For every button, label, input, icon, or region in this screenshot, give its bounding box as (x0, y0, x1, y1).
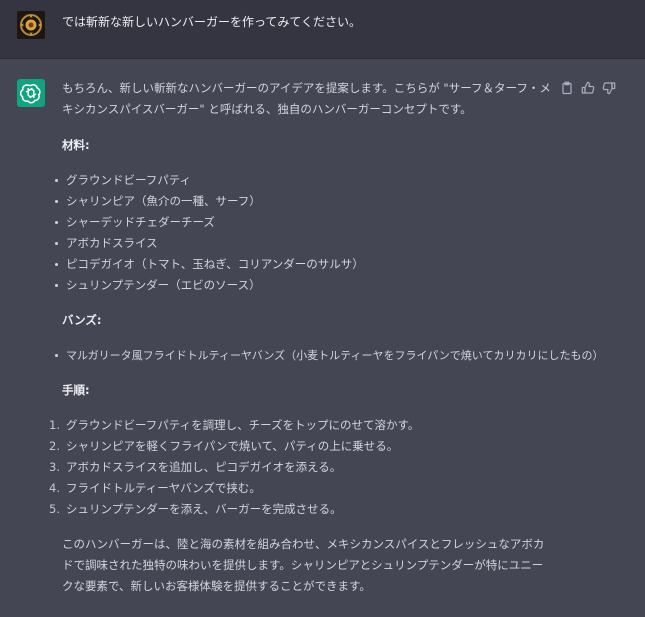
thumbs-down-icon[interactable] (602, 80, 616, 95)
list-item: ピコデガイオ（トマト、玉ねぎ、コリアンダーのサルサ） (55, 254, 554, 275)
steps-list: 1. グラウンドビーフパティを調理し、チーズをトップにのせて溶かす。 2. シャリン… (49, 415, 554, 520)
list-item: アボカドスライス (55, 233, 554, 254)
clipboard-icon[interactable] (560, 80, 574, 95)
user-avatar (17, 11, 45, 39)
buns-heading: バンズ: (62, 313, 102, 327)
intro-paragraph: もちろん、新しい斬新なハンバーガーのアイデアを提案します。こちらが "サーフ＆タ… (62, 81, 551, 116)
list-item: シュリンプテンダー（エビのソース） (55, 275, 554, 296)
user-message-row: では斬新な新しいハンバーガーを作ってみてください。 (0, 0, 645, 59)
ingredients-heading: 材料: (62, 138, 90, 152)
list-item: マルガリータ風フライドトルティーヤバンズ（小麦トルティーヤをフライパンで焼いてカ… (55, 345, 603, 366)
thumbs-up-icon[interactable] (581, 80, 595, 94)
assistant-message-content: もちろん、新しい斬新なハンバーガーのアイデアを提案します。こちらが "サーフ＆タ… (49, 78, 603, 597)
openai-logo-icon (17, 79, 45, 107)
ingredients-list: グラウンドビーフパティ シャリンピア（魚介の一種、サーフ） シャーデッドチェダー… (55, 170, 554, 296)
list-item: 1. グラウンドビーフパティを調理し、チーズをトップにのせて溶かす。 (49, 418, 420, 432)
steps-heading: 手順: (62, 383, 90, 397)
outro-paragraph: このハンバーガーは、陸と海の素材を組み合わせ、メキシカンスパイスとフレッシュなア… (62, 537, 545, 593)
list-item: シャーデッドチェダーチーズ (55, 212, 554, 233)
assistant-message-row: もちろん、新しい斬新なハンバーガーのアイデアを提案します。こちらが "サーフ＆タ… (0, 59, 645, 617)
list-item: シャリンピア（魚介の一種、サーフ） (55, 191, 554, 212)
buns-list: マルガリータ風フライドトルティーヤバンズ（小麦トルティーヤをフライパンで焼いてカ… (55, 345, 603, 366)
list-item: 3. アボカドスライスを追加し、ピコデガイオを添える。 (49, 460, 342, 474)
chat-page: では斬新な新しいハンバーガーを作ってみてください。 もちろん、新しい斬新なハンバ… (0, 0, 645, 617)
message-actions (560, 80, 616, 95)
user-message-text: では斬新な新しいハンバーガーを作ってみてください。 (62, 15, 362, 29)
list-item: 4. フライドトルティーヤバンズで挟む。 (49, 481, 261, 495)
list-item: 5. シュリンプテンダーを添え、バーガーを完成させる。 (49, 502, 342, 516)
list-item: 2. シャリンピアを軽くフライパンで焼いて、パティの上に乗せる。 (49, 439, 399, 453)
list-item: グラウンドビーフパティ (55, 170, 554, 191)
